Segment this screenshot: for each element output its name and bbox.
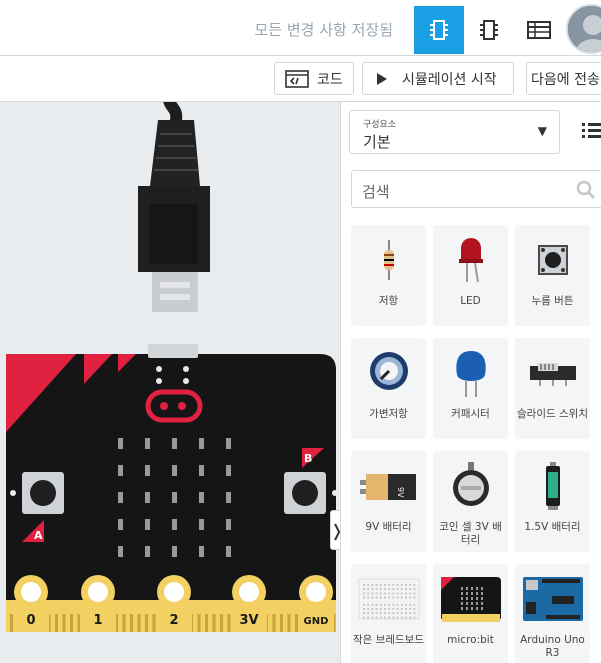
list-view-icon [582, 123, 601, 138]
circuit-view-button[interactable] [414, 6, 464, 54]
component-card-arduino[interactable]: Arduino Uno R3 [515, 564, 590, 663]
pin-label: 3V [239, 613, 258, 628]
search-field[interactable]: 검색 [351, 170, 601, 208]
usb-cable[interactable] [0, 102, 340, 362]
code-icon [285, 69, 309, 88]
search-icon [576, 180, 596, 200]
schematic-list-icon [527, 21, 551, 39]
component-view-button[interactable] [464, 6, 514, 54]
select-caption: 구성요소 [363, 120, 397, 130]
microbit-board[interactable]: A B 0 1 2 3V GND [0, 342, 340, 663]
potentiometer-icon [351, 344, 426, 402]
component-label: 커패시터 [451, 408, 490, 420]
component-card-resistor[interactable]: 저항 [351, 225, 426, 326]
avatar-icon [568, 6, 601, 52]
component-card-capacitor[interactable]: 커패시터 [433, 338, 508, 439]
component-card-coin-cell[interactable]: 코인 셀 3V 배터리 [433, 451, 508, 552]
pin-label: 2 [169, 613, 178, 628]
top-bar: 모든 변경 사항 저장됨 [0, 0, 601, 56]
component-label: 가변저항 [369, 408, 408, 420]
component-label: 9V 배터리 [365, 521, 412, 533]
pushbutton-icon [515, 231, 590, 289]
pin-label: 0 [26, 613, 35, 628]
code-label: 코드 [317, 71, 343, 88]
schematic-view-button[interactable] [514, 6, 564, 54]
pin-label: GND [304, 616, 329, 627]
component-label: 작은 브레드보드 [353, 634, 424, 646]
components-panel: 구성요소 기본 ▼ 검색 저항 LED 누름 버튼가변저항 커패시터 슬라이드 스위치 9… [340, 102, 601, 663]
component-card-breadboard[interactable]: 작은 브레드보드 [351, 564, 426, 663]
user-avatar[interactable] [566, 4, 601, 54]
caret-down-icon: ▼ [537, 124, 547, 138]
save-status: 모든 변경 사항 저장됨 [254, 21, 393, 39]
send-button[interactable]: 다음에 전송 [526, 62, 601, 95]
pin-label: 1 [93, 613, 102, 628]
battery-aa-icon [515, 457, 590, 515]
component-label: 코인 셀 3V 배터리 [439, 521, 502, 546]
component-label: micro:bit [447, 634, 494, 646]
microbit-icon [433, 570, 508, 628]
breadboard-icon [351, 570, 426, 628]
component-card-potentiometer[interactable]: 가변저항 [351, 338, 426, 439]
simulate-label: 시뮬레이션 시작 [402, 71, 497, 88]
component-label: Arduino Uno R3 [520, 634, 585, 659]
capacitor-icon [433, 344, 508, 402]
arduino-icon [515, 570, 590, 628]
simulate-button[interactable]: 시뮬레이션 시작 [362, 62, 514, 95]
code-button[interactable]: 코드 [274, 62, 354, 95]
select-value: 기본 [363, 133, 391, 151]
workspace-canvas[interactable]: A B 0 1 2 3V GND [0, 102, 340, 663]
component-label: 저항 [378, 295, 399, 307]
component-card-battery-aa[interactable]: 1.5V 배터리 [515, 451, 590, 552]
send-label: 다음에 전송 [531, 71, 600, 88]
toolbar: 코드 시뮬레이션 시작 다음에 전송 [0, 56, 601, 102]
component-label: 누름 버튼 [531, 295, 574, 307]
play-icon [377, 72, 387, 85]
component-card-microbit[interactable]: micro:bit [433, 564, 508, 663]
svg-text:9V: 9V [396, 487, 405, 498]
component-card-battery-9v[interactable]: 9V 9V 배터리 [351, 451, 426, 552]
component-card-slide-switch[interactable]: 슬라이드 스위치 [515, 338, 590, 439]
component-view-icon [480, 20, 498, 40]
component-category-select[interactable]: 구성요소 기본 ▼ [349, 110, 560, 154]
component-card-led[interactable]: LED [433, 225, 508, 326]
component-card-pushbutton[interactable]: 누름 버튼 [515, 225, 590, 326]
slide-switch-icon [515, 344, 590, 402]
component-label: 1.5V 배터리 [524, 521, 581, 533]
resistor-icon [351, 231, 426, 289]
button-a-label: A [34, 529, 43, 542]
list-view-button[interactable] [581, 120, 601, 144]
button-b-label: B [304, 452, 312, 465]
battery-9v-icon: 9V [351, 457, 426, 515]
search-placeholder: 검색 [362, 183, 390, 201]
component-label: 슬라이드 스위치 [517, 408, 588, 420]
component-label: LED [460, 295, 481, 307]
coin-cell-icon [433, 457, 508, 515]
led-icon [433, 231, 508, 289]
circuit-view-icon [430, 20, 448, 40]
